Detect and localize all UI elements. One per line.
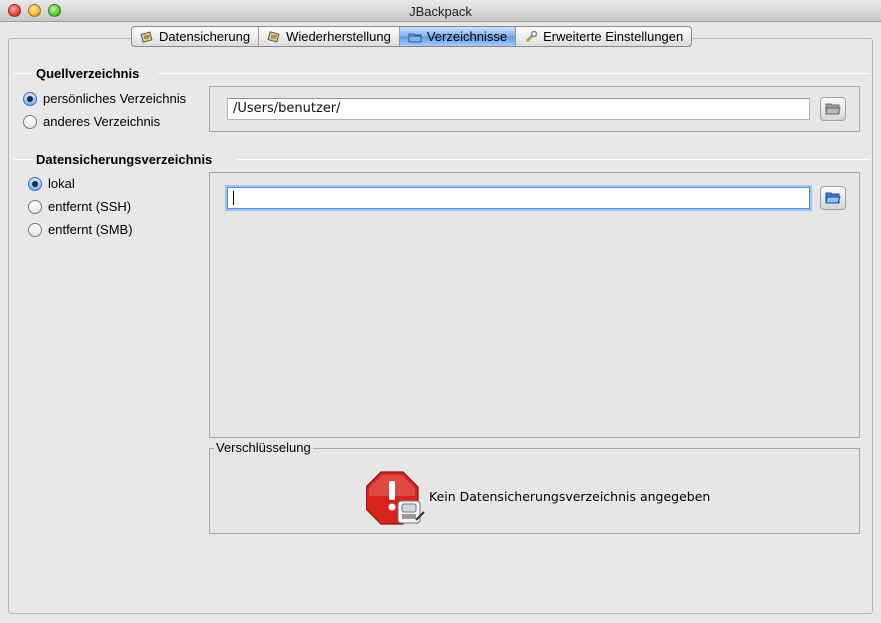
radio-label: anderes Verzeichnis	[43, 114, 161, 129]
destination-path-field[interactable]	[227, 187, 810, 209]
radio-personal-directory[interactable]: persönliches Verzeichnis	[23, 91, 186, 106]
tab-verzeichnisse[interactable]: Verzeichnisse	[399, 27, 517, 46]
radio-label: persönliches Verzeichnis	[43, 91, 187, 106]
wrench-icon	[524, 30, 538, 44]
stop-warning-icon	[365, 470, 426, 526]
tab-wiederherstellung[interactable]: Wiederherstellung	[259, 27, 400, 46]
tab-erweiterte-einstellungen[interactable]: Erweiterte Einstellungen	[516, 27, 691, 46]
radio-label: entfernt (SMB)	[48, 222, 133, 237]
destination-browse-button[interactable]	[820, 186, 846, 210]
radio-indicator	[28, 176, 42, 191]
source-browse-button[interactable]	[820, 97, 846, 121]
radio-label: entfernt (SSH)	[48, 199, 132, 214]
divider	[236, 159, 870, 160]
divider	[14, 159, 32, 160]
encryption-status-message: Kein Datensicherungsverzeichnis angegebe…	[429, 489, 711, 504]
radio-indicator	[28, 222, 42, 237]
backup-icon	[140, 30, 154, 44]
divider	[14, 73, 32, 74]
tab-label: Datensicherung	[159, 29, 251, 44]
tab-bar: Datensicherung Wiederherstellung Verzeic…	[131, 26, 693, 47]
radio-local[interactable]: lokal	[28, 176, 75, 191]
radio-indicator	[23, 91, 37, 106]
radio-indicator	[23, 114, 37, 129]
tab-label: Verzeichnisse	[426, 29, 508, 44]
radio-label: lokal	[48, 176, 75, 191]
window-title: JBackpack	[409, 4, 472, 19]
tab-label: Erweiterte Einstellungen	[543, 29, 684, 44]
source-section-title: Quellverzeichnis	[36, 66, 140, 81]
encryption-legend: Verschlüsselung	[214, 440, 313, 455]
restore-icon	[267, 30, 281, 44]
folder-icon	[408, 30, 422, 44]
radio-remote-smb[interactable]: entfernt (SMB)	[28, 222, 133, 237]
title-bar: JBackpack	[0, 0, 881, 22]
radio-indicator	[28, 199, 42, 214]
tab-datensicherung[interactable]: Datensicherung	[132, 27, 260, 46]
folder-open-icon	[824, 100, 842, 119]
radio-other-directory[interactable]: anderes Verzeichnis	[23, 114, 160, 129]
radio-remote-ssh[interactable]: entfernt (SSH)	[28, 199, 131, 214]
tab-label: Wiederherstellung	[286, 29, 391, 44]
destination-path-box	[209, 172, 860, 438]
text-caret	[233, 190, 234, 205]
divider	[158, 73, 870, 74]
source-path-field[interactable]: /Users/benutzer/	[227, 98, 810, 120]
folder-open-icon	[824, 189, 842, 208]
destination-section-title: Datensicherungsverzeichnis	[36, 152, 213, 167]
